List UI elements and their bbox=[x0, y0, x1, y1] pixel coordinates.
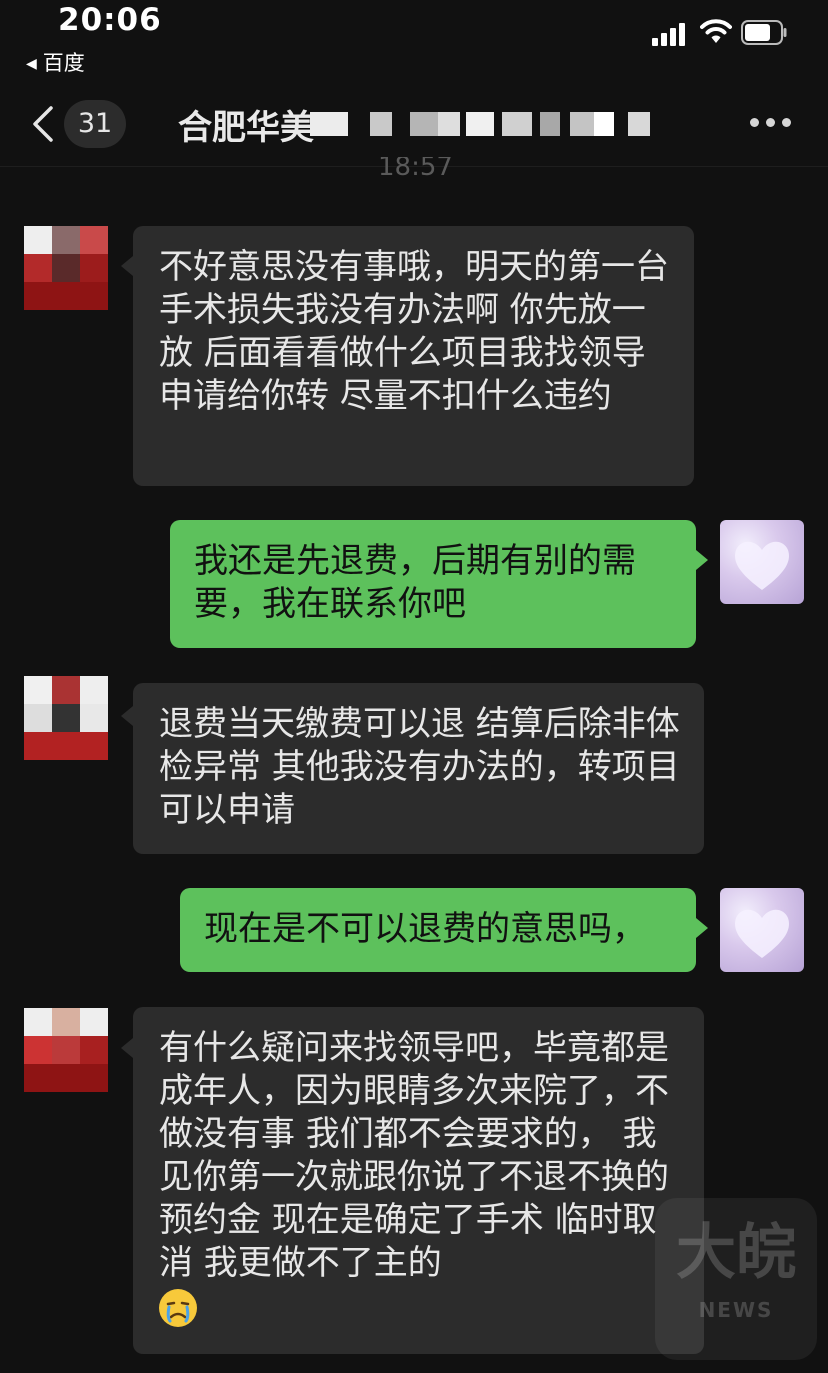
heart-cloud-icon bbox=[735, 909, 789, 958]
bubble-tail bbox=[121, 706, 133, 726]
status-bar: 20:06 ◀ 百度 bbox=[0, 0, 828, 80]
back-app-label: 百度 bbox=[42, 51, 85, 75]
sad-face-emoji-icon bbox=[159, 1288, 197, 1327]
incoming-message-bubble[interactable]: 不好意思没有事哦，明天的第一台手术损失我没有办法啊 你先放一放 后面看看做什么项… bbox=[133, 226, 694, 486]
back-to-app-link[interactable]: ◀ 百度 bbox=[26, 47, 85, 77]
bubble-tail bbox=[696, 918, 708, 938]
bubble-tail bbox=[121, 256, 133, 276]
outgoing-message-bubble[interactable]: 我还是先退费，后期有别的需要，我在联系你吧 bbox=[170, 520, 696, 648]
back-chevron-icon[interactable] bbox=[32, 106, 54, 142]
user-avatar[interactable] bbox=[720, 888, 804, 972]
contact-avatar[interactable] bbox=[24, 676, 108, 760]
back-triangle-icon: ◀ bbox=[26, 56, 37, 72]
battery-icon bbox=[741, 20, 787, 45]
news-watermark-logo: 大皖 NEWS bbox=[655, 1198, 817, 1360]
user-avatar[interactable] bbox=[720, 520, 804, 604]
contact-avatar[interactable] bbox=[24, 1008, 108, 1092]
chat-title: 合肥华美 bbox=[178, 108, 314, 148]
bubble-tail bbox=[696, 550, 708, 570]
message-timestamp: 18:57 bbox=[378, 157, 453, 182]
incoming-message-bubble[interactable]: 退费当天缴费可以退 结算后除非体检异常 其他我没有办法的，转项目可以申请 bbox=[133, 683, 704, 854]
incoming-message-bubble[interactable]: 有什么疑问来找领导吧，毕竟都是成年人，因为眼睛多次来院了，不做没有事 我们都不会… bbox=[133, 1007, 704, 1354]
contact-avatar[interactable] bbox=[24, 226, 108, 310]
watermark-logo-text: 大皖 bbox=[676, 1218, 796, 1288]
outgoing-message-bubble[interactable]: 现在是不可以退费的意思吗， bbox=[180, 888, 696, 972]
more-options-icon[interactable] bbox=[750, 118, 792, 128]
bubble-tail bbox=[121, 1038, 133, 1058]
unread-count-badge[interactable]: 31 bbox=[64, 100, 126, 148]
wifi-icon bbox=[700, 19, 732, 43]
heart-cloud-icon bbox=[735, 541, 789, 590]
watermark-sub-text: NEWS bbox=[698, 1298, 774, 1322]
message-text: 有什么疑问来找领导吧，毕竟都是成年人，因为眼睛多次来院了，不做没有事 我们都不会… bbox=[159, 1028, 669, 1283]
status-time: 20:06 bbox=[58, 2, 162, 38]
cellular-signal-icon bbox=[652, 22, 690, 46]
